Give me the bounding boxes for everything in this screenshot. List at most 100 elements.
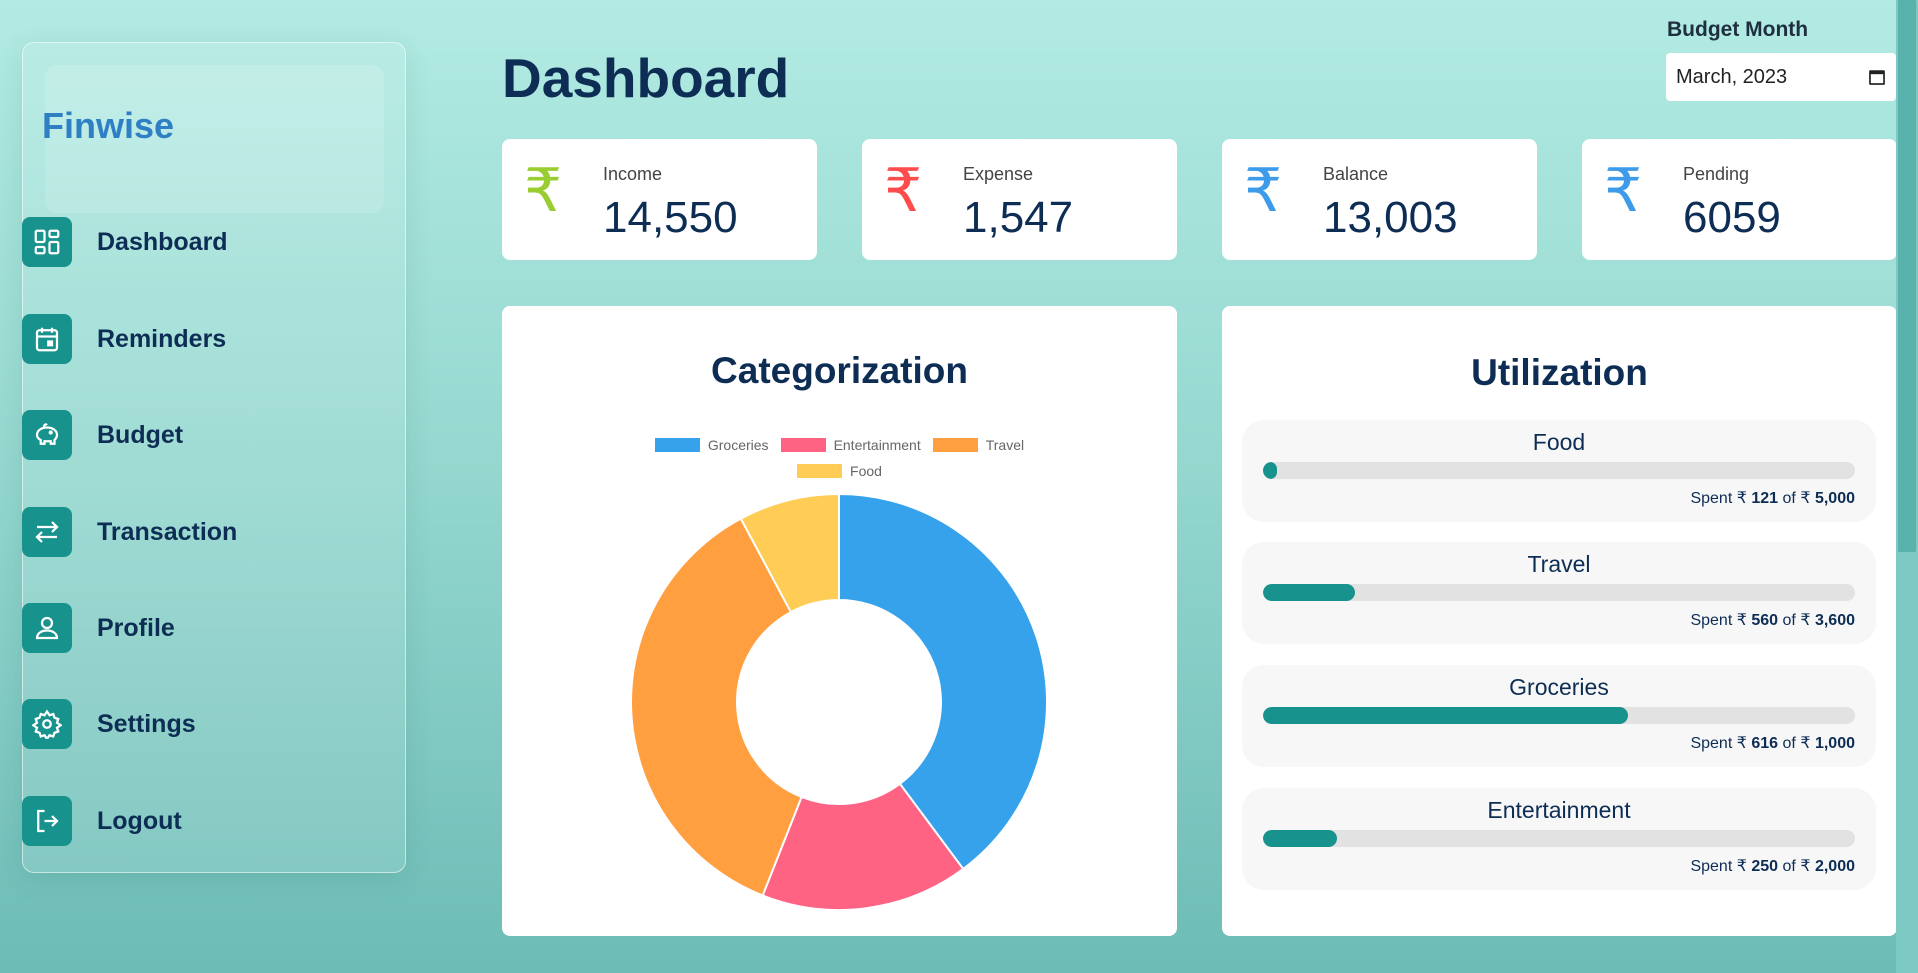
stat-value: 1,547 [963,193,1074,242]
brand-logo-text[interactable]: Finwise [42,108,174,144]
spent-summary: Spent ₹ 616 of ₹ 1,000 [1690,733,1855,753]
utilization-category: Entertainment [1487,797,1631,823]
stat-label: Expense [963,164,1034,184]
sidebar-item-label: Reminders [97,324,227,353]
transfer-arrows-icon [22,507,72,557]
of-word: of [1782,612,1796,629]
currency-symbol: ₹ [1800,858,1811,875]
sidebar-item-settings[interactable]: Settings [22,699,352,749]
categorization-panel: Categorization Groceries Entertainment T… [502,306,1177,936]
progress-track [1263,830,1855,847]
stat-value: 14,550 [603,193,738,242]
spent-prefix: Spent [1690,612,1733,629]
spent-prefix: Spent [1690,735,1733,752]
legend-label: Food [850,463,882,479]
panel-title: Utilization [1471,352,1648,393]
spent-summary: Spent ₹ 560 of ₹ 3,600 [1690,610,1855,630]
pending-card: ₹ Pending 6059 [1582,139,1897,260]
expense-card: ₹ Expense 1,547 [862,139,1177,260]
progress-fill [1263,462,1278,479]
currency-symbol: ₹ [1800,612,1811,629]
calendar-picker-icon[interactable] [1868,68,1886,86]
rupee-icon: ₹ [524,156,563,226]
legend-swatch [797,464,843,478]
stat-label: Pending [1683,164,1750,184]
user-icon [22,603,72,653]
scrollbar-thumb[interactable] [1898,0,1916,552]
utilization-category: Food [1532,429,1586,455]
progress-track [1263,462,1855,479]
page-title: Dashboard [502,47,790,109]
spent-prefix: Spent [1690,490,1733,507]
currency-symbol: ₹ [1800,735,1811,752]
legend-item-food[interactable]: Food [797,463,882,479]
legend-label: Travel [985,437,1025,453]
budget-amount: 3,600 [1814,612,1855,629]
sidebar-item-label: Dashboard [97,227,228,256]
income-card: ₹ Income 14,550 [502,139,817,260]
progress-fill [1263,707,1628,724]
progress-fill [1263,830,1337,847]
spent-amount: 250 [1751,858,1779,875]
legend-swatch [654,438,700,452]
progress-fill [1263,584,1356,601]
budget-amount: 1,000 [1814,735,1855,752]
spent-amount: 560 [1751,612,1779,629]
legend-item-travel[interactable]: Travel [932,437,1025,453]
spent-prefix: Spent [1690,858,1733,875]
legend-label: Groceries [707,437,769,453]
sidebar-item-label: Logout [97,806,182,835]
utilization-panel: Utilization Food Spent ₹ 121 of ₹ 5,000 … [1222,306,1897,936]
sidebar-item-budget[interactable]: Budget [22,410,352,460]
utilization-card-entertainment: Entertainment Spent ₹ 250 of ₹ 2,000 [1242,788,1876,890]
currency-symbol: ₹ [1736,612,1747,629]
budget-amount: 2,000 [1814,858,1855,875]
legend-item-groceries[interactable]: Groceries [654,437,769,453]
sidebar-item-dashboard[interactable]: Dashboard [22,217,352,267]
sidebar-item-logout[interactable]: Logout [22,796,352,846]
donut-chart [630,492,1048,911]
spent-summary: Spent ₹ 250 of ₹ 2,000 [1690,856,1855,876]
utilization-category: Travel [1527,551,1591,577]
sidebar-item-label: Profile [97,613,175,642]
rupee-icon: ₹ [1244,156,1283,226]
of-word: of [1782,490,1796,507]
utilization-card-groceries: Groceries Spent ₹ 616 of ₹ 1,000 [1242,665,1876,767]
calendar-icon [22,314,72,364]
currency-symbol: ₹ [1800,490,1811,507]
currency-symbol: ₹ [1736,490,1747,507]
legend-label: Entertainment [833,437,921,453]
stat-label: Balance [1323,164,1389,184]
progress-track [1263,707,1855,724]
sidebar-item-profile[interactable]: Profile [22,603,352,653]
legend-item-entertainment[interactable]: Entertainment [780,437,921,453]
spent-summary: Spent ₹ 121 of ₹ 5,000 [1690,488,1855,508]
utilization-card-food: Food Spent ₹ 121 of ₹ 5,000 [1242,420,1876,522]
rupee-icon: ₹ [1604,156,1643,226]
budget-month-input[interactable]: March, 2023 [1666,53,1896,101]
utilization-category: Groceries [1509,674,1609,700]
gear-icon [22,699,72,749]
panel-title: Categorization [711,350,968,391]
sidebar-item-label: Transaction [97,517,238,546]
currency-symbol: ₹ [1736,858,1747,875]
stat-value: 13,003 [1323,193,1458,242]
spent-amount: 616 [1751,735,1779,752]
rupee-icon: ₹ [884,156,923,226]
sidebar-item-transaction[interactable]: Transaction [22,507,352,557]
sidebar-item-label: Budget [97,420,184,449]
page-scrollbar[interactable] [1896,0,1918,973]
sidebar-item-label: Settings [97,709,196,738]
logout-icon [22,796,72,846]
balance-card: ₹ Balance 13,003 [1222,139,1537,260]
of-word: of [1782,735,1796,752]
spent-amount: 121 [1751,490,1779,507]
progress-track [1263,584,1855,601]
stat-label: Income [603,164,663,184]
chart-legend-row2: Food [502,463,1177,479]
sidebar-item-reminders[interactable]: Reminders [22,314,352,364]
budget-month-label: Budget Month [1667,18,1809,41]
dashboard-grid-icon [22,217,72,267]
budget-amount: 5,000 [1814,490,1855,507]
budget-month-value: March, 2023 [1676,65,1788,88]
